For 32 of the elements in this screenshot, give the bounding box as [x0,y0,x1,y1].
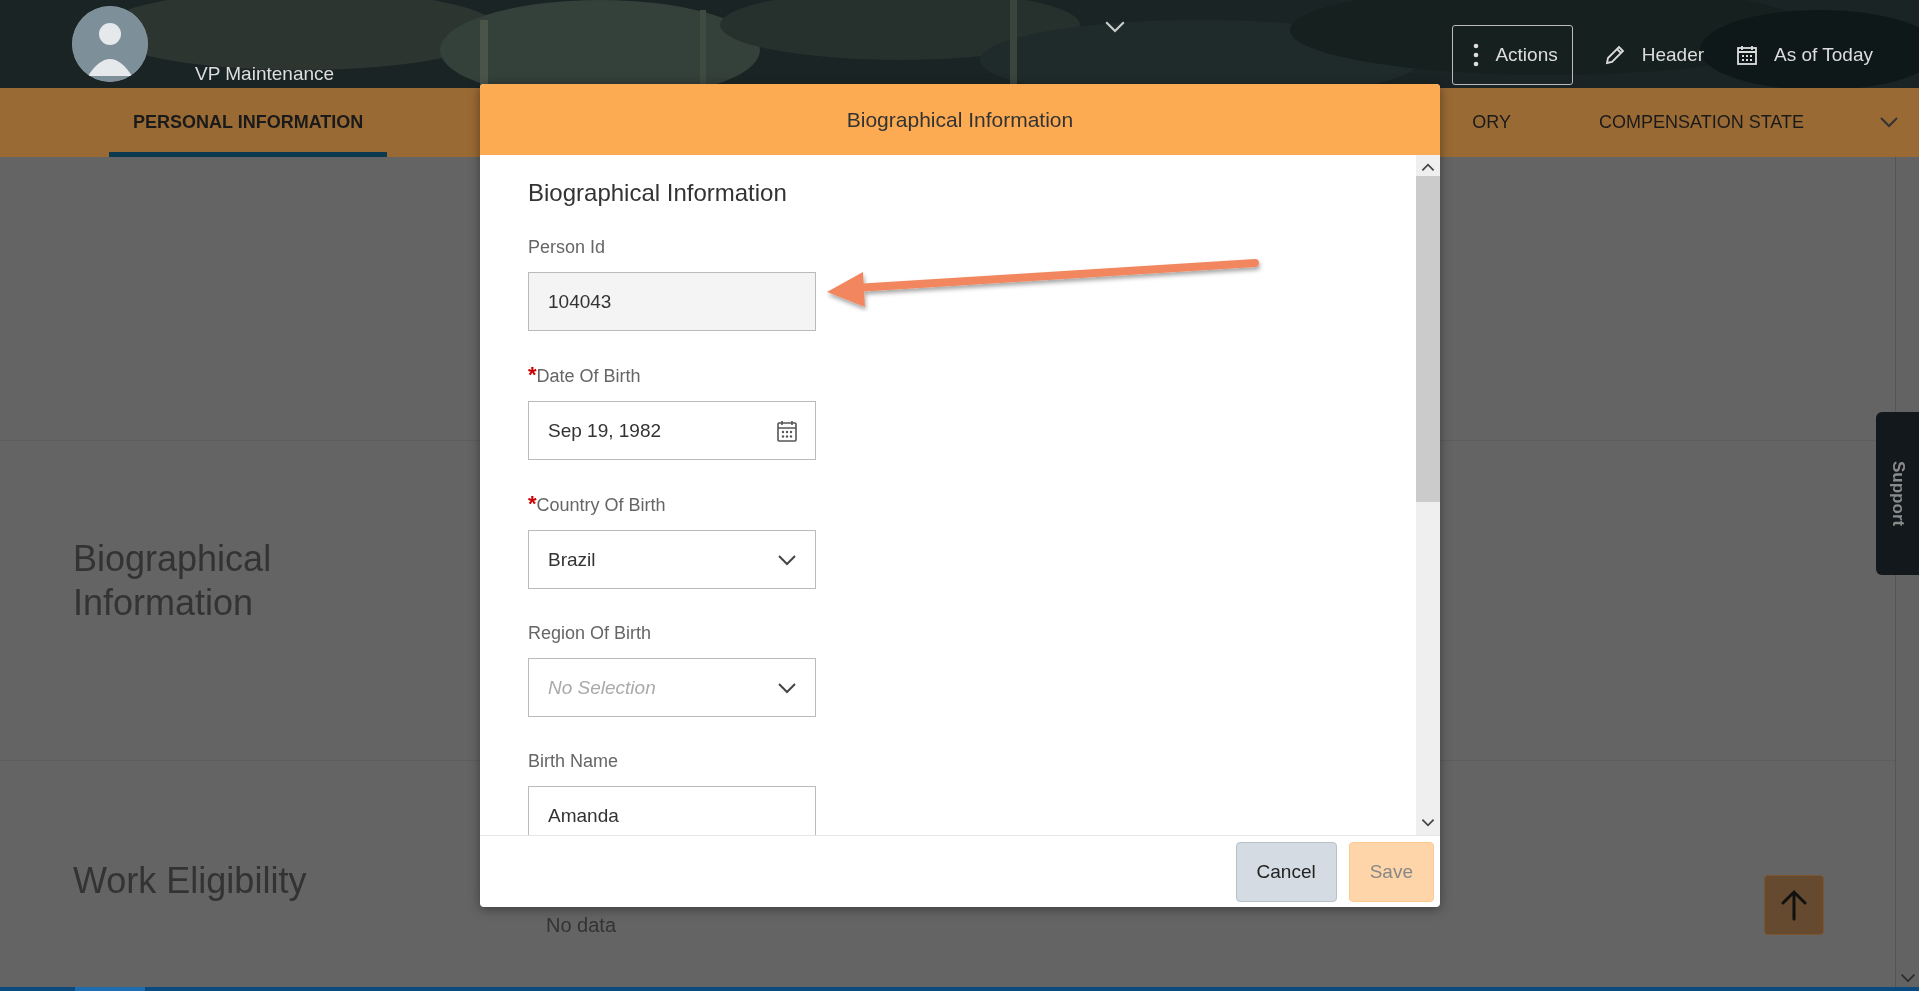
header-button[interactable]: Header [1602,25,1706,85]
field-label: Person Id [528,236,607,259]
dialog-title: Biographical Information [846,107,1074,132]
actions-button[interactable]: Actions [1452,25,1573,85]
scrollbar[interactable] [1416,155,1440,835]
pencil-icon [1603,44,1626,66]
chevron-down-icon [777,681,797,694]
chevron-down-icon [1879,115,1899,128]
field-label: Birth Name [528,750,620,773]
scroll-down-icon [1899,973,1916,983]
arrow-up-icon [1781,889,1807,921]
date-field[interactable]: Sep 19, 1982 [528,401,816,460]
dropdown-field[interactable]: Brazil [528,530,816,589]
field-label: *Country Of Birth [528,492,667,517]
cancel-button[interactable]: Cancel [1235,841,1337,902]
scroll-up-icon [1421,163,1435,172]
tab[interactable]: ORY [1472,88,1511,157]
field-label: Region Of Birth [528,622,653,645]
more-icon [1473,43,1480,67]
scroll-down-icon [1421,818,1435,827]
chevron-down-icon [1104,19,1127,33]
tab[interactable]: COMPENSATION STATE [1599,88,1804,157]
field-label: *Date Of Birth [528,363,642,388]
calendar-icon [1736,44,1759,66]
support-tab[interactable]: Support [1876,412,1919,575]
job-title: VP Maintenance [195,62,335,86]
calendar-icon[interactable] [777,419,797,442]
chevron-down-icon [777,553,797,566]
form-heading: Biographical Information [528,178,788,208]
read-only-field[interactable]: 104043 [528,272,816,331]
scroll-to-top-button[interactable] [1764,875,1824,935]
input-field[interactable]: Amanda [528,786,816,835]
